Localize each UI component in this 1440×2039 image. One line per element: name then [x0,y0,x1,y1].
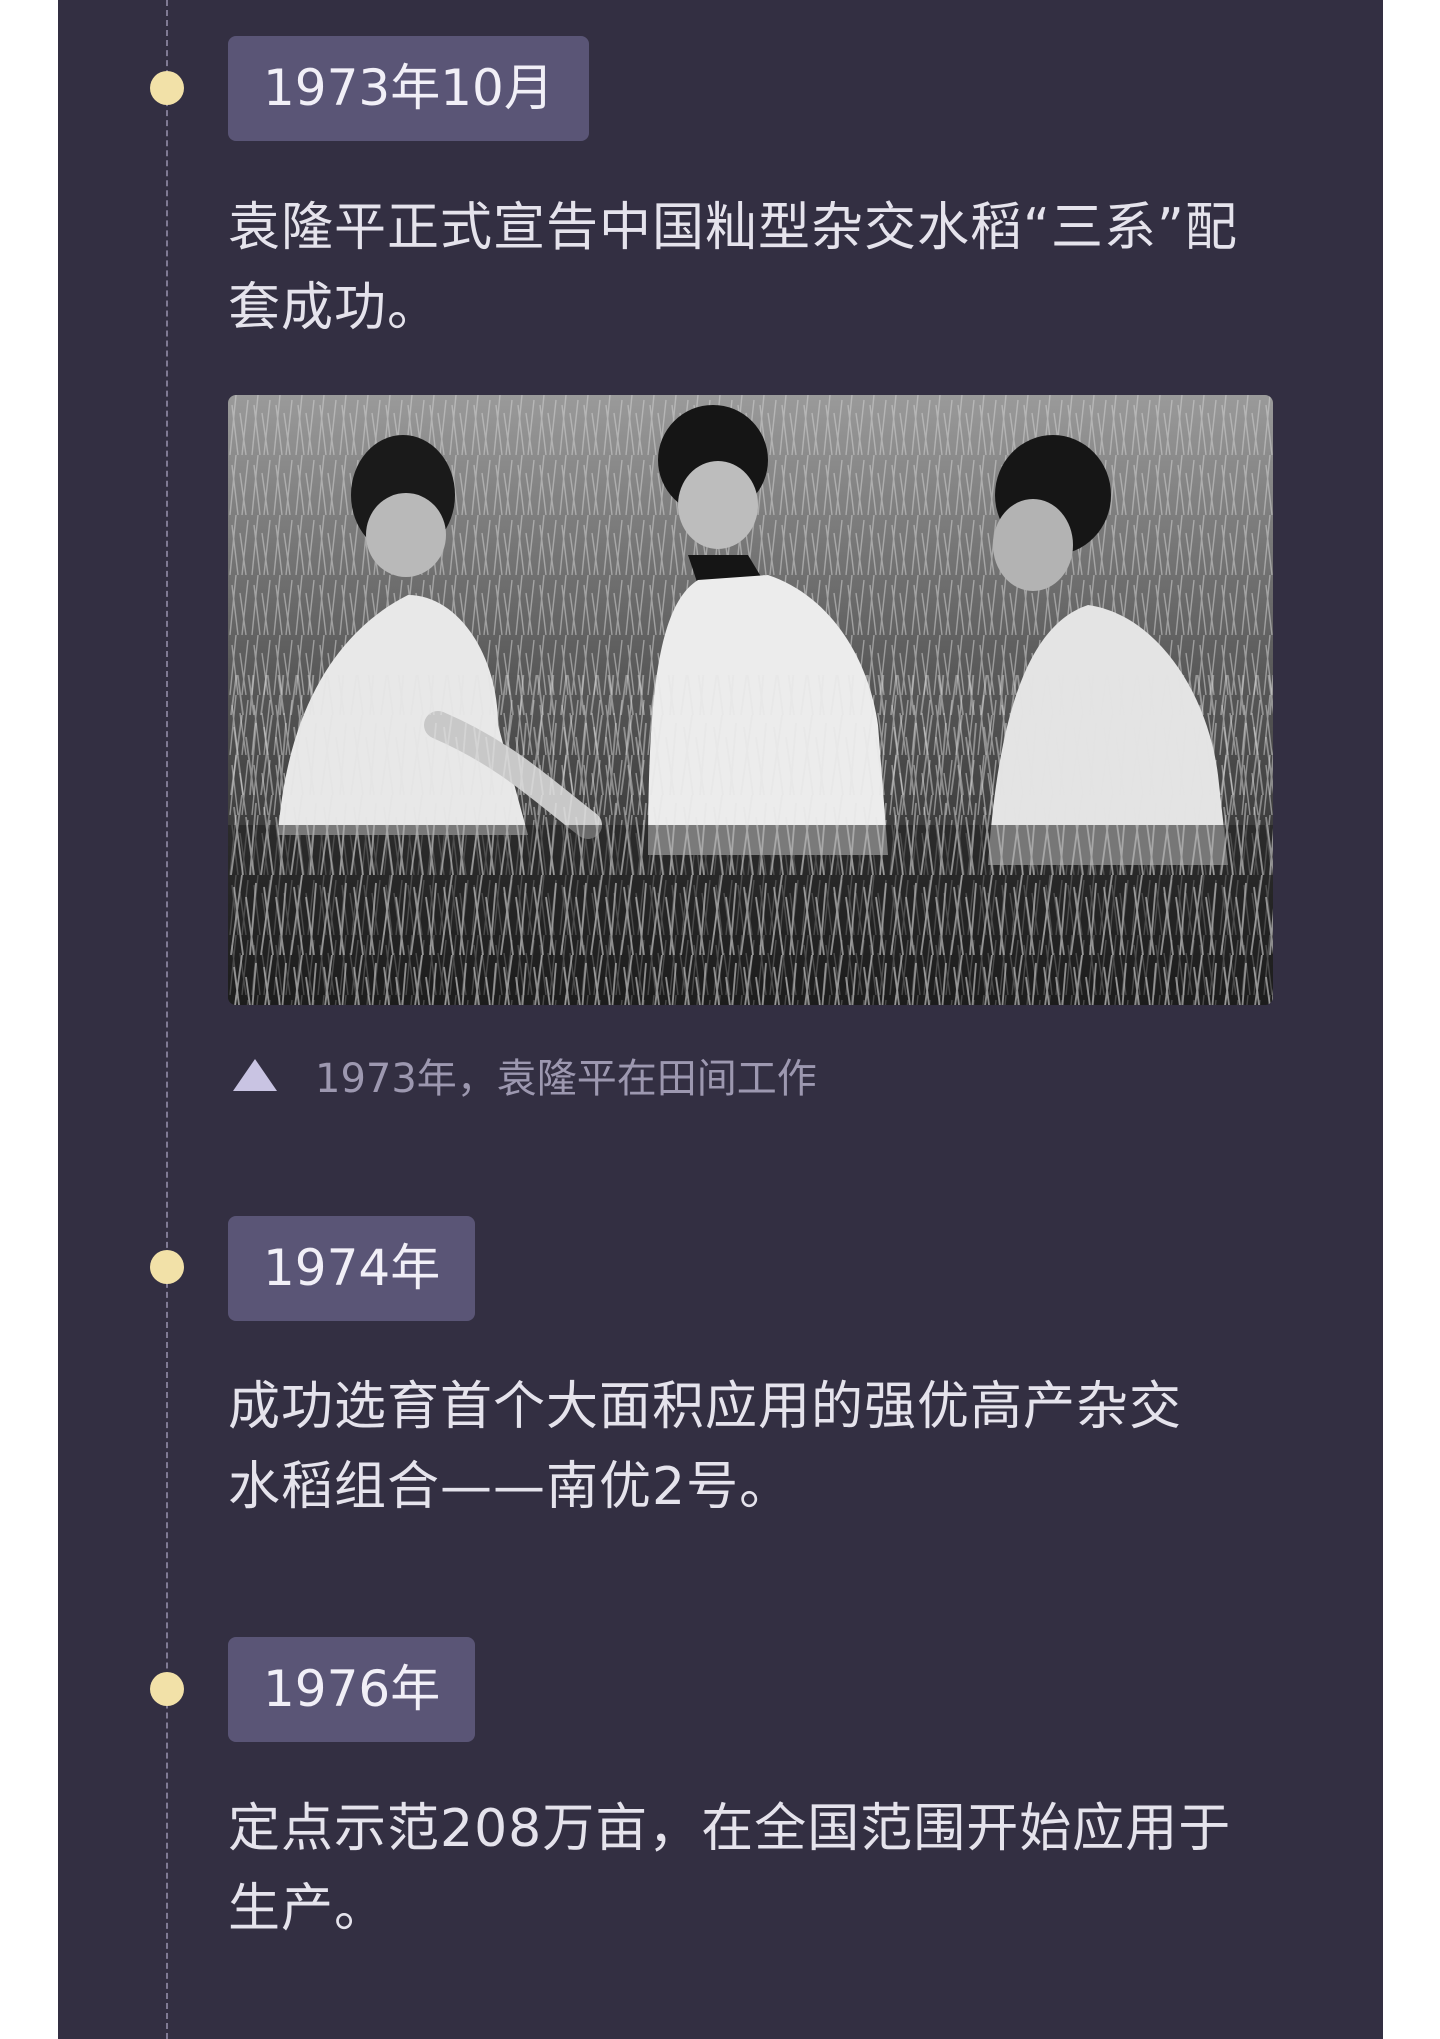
photo-caption: 1973年，袁隆平在田间工作 [233,1045,817,1105]
timeline-dot [150,1250,184,1284]
event-description: 袁隆平正式宣告中国籼型杂交水稻“三系”配套成功。 [228,198,1238,338]
date-badge: 1976年 [228,1637,476,1742]
timeline-line [166,0,168,2039]
timeline-dot [150,71,184,105]
event-description: 成功选育首个大面积应用的强优高产杂交水稻组合——南优2号。 [228,1377,1183,1517]
timeline-dot [150,1672,184,1706]
date-badge: 1974年 [228,1216,476,1321]
field-photo [228,395,1273,1005]
event-description: 定点示范208万亩，在全国范围开始应用于生产。 [228,1799,1232,1939]
caption-text: 1973年，袁隆平在田间工作 [315,1056,817,1102]
date-badge: 1973年10月 [228,36,589,141]
field-photo-image [228,395,1273,1005]
triangle-up-icon [233,1059,277,1091]
timeline-panel: 1973年10月 袁隆平正式宣告中国籼型杂交水稻“三系”配套成功。 1973年，… [58,0,1383,2039]
